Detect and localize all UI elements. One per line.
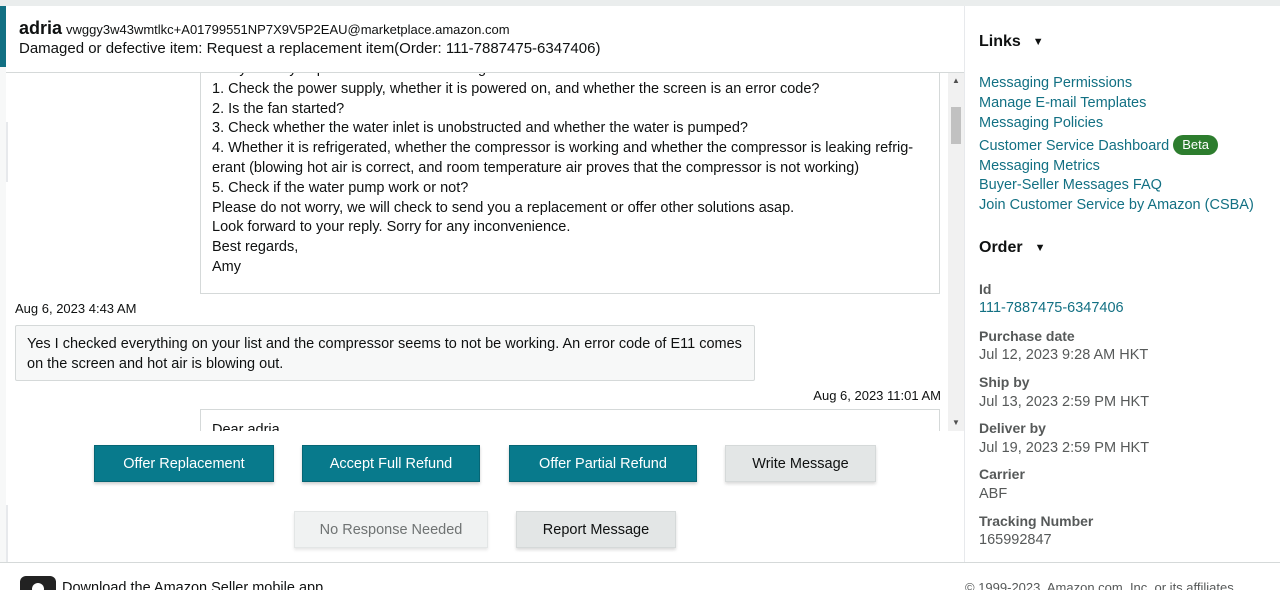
message-thread[interactable]: Sorry could you please check the followi… xyxy=(6,73,948,431)
no-response-needed-button[interactable]: No Response Needed xyxy=(294,511,488,548)
order-id-label: Id xyxy=(979,281,992,297)
deliver-by-label: Deliver by xyxy=(979,420,1046,436)
buyer-name-text: adria xyxy=(19,18,63,38)
buyer-email: vwggy3w43wmtlkc+A01799551NP7X9V5P2EAU@ma… xyxy=(66,22,510,37)
message-timestamp: Aug 6, 2023 4:43 AM xyxy=(15,301,137,316)
seller-message-body: Dear adria, xyxy=(212,422,284,431)
deliver-by-value: Jul 19, 2023 2:59 PM HKT xyxy=(979,440,1150,456)
tracking-number-value: 165992847 xyxy=(979,532,1052,548)
ship-by-value: Jul 13, 2023 2:59 PM HKT xyxy=(979,394,1150,410)
carrier-label: Carrier xyxy=(979,466,1025,482)
caret-down-icon[interactable]: ▼ xyxy=(1035,242,1046,254)
purchase-date-label: Purchase date xyxy=(979,328,1075,344)
order-id-link[interactable]: 111-7887475-6347406 xyxy=(979,300,1124,316)
conversation-header: adria vwggy3w43wmtlkc+A01799551NP7X9V5P2E… xyxy=(6,6,964,73)
messaging-page: adria vwggy3w43wmtlkc+A01799551NP7X9V5P2E… xyxy=(0,0,1280,590)
seller-message: Sorry could you please check the followi… xyxy=(200,73,940,294)
accept-full-refund-button[interactable]: Accept Full Refund xyxy=(302,445,480,482)
customer-service-dashboard-label[interactable]: Customer Service Dashboard xyxy=(979,138,1169,154)
links-heading[interactable]: Links ▼ xyxy=(979,33,1044,51)
sidebar-link-join-csba[interactable]: Join Customer Service by Amazon (CSBA) xyxy=(979,197,1254,213)
gutter-divider xyxy=(6,505,8,562)
sidebar-link-messaging-policies[interactable]: Messaging Policies xyxy=(979,115,1103,131)
footer: Download the Amazon Seller mobile app © … xyxy=(0,563,1280,590)
buyer-message-body: Yes I checked everything on your list an… xyxy=(27,336,742,372)
download-app-link[interactable]: Download the Amazon Seller mobile app xyxy=(62,580,323,590)
order-heading[interactable]: Order ▼ xyxy=(979,239,1045,257)
links-heading-label: Links xyxy=(979,33,1021,50)
offer-replacement-button[interactable]: Offer Replacement xyxy=(94,445,274,482)
seller-app-icon[interactable] xyxy=(20,576,56,590)
write-message-button[interactable]: Write Message xyxy=(725,445,876,482)
scroll-thumb[interactable] xyxy=(951,107,961,144)
ship-by-label: Ship by xyxy=(979,374,1030,390)
beta-badge: Beta xyxy=(1173,135,1218,155)
sidebar: Links ▼ Messaging Permissions Manage E-ma… xyxy=(965,6,1280,562)
seller-message: Dear adria, xyxy=(200,409,940,431)
message-timestamp: Aug 6, 2023 11:01 AM xyxy=(813,388,941,403)
tracking-number-label: Tracking Number xyxy=(979,513,1094,529)
thread-scrollbar[interactable]: ▲ ▼ xyxy=(948,73,964,431)
seller-message-body: Sorry could you please check the followi… xyxy=(212,73,914,275)
order-heading-label: Order xyxy=(979,239,1023,256)
conversation-subject: Damaged or defective item: Request a rep… xyxy=(19,40,601,57)
sidebar-link-messaging-metrics[interactable]: Messaging Metrics xyxy=(979,158,1100,174)
copyright-text: © 1999-2023, Amazon.com, Inc. or its aff… xyxy=(965,580,1234,590)
offer-partial-refund-button[interactable]: Offer Partial Refund xyxy=(509,445,697,482)
sidebar-link-messaging-permissions[interactable]: Messaging Permissions xyxy=(979,75,1132,91)
caret-down-icon[interactable]: ▼ xyxy=(1033,36,1044,48)
buyer-message: Yes I checked everything on your list an… xyxy=(15,325,755,381)
sidebar-link-customer-service-dashboard[interactable]: Customer Service Dashboard Beta xyxy=(979,135,1218,156)
report-message-button[interactable]: Report Message xyxy=(516,511,676,548)
scroll-up-icon[interactable]: ▲ xyxy=(948,75,964,87)
scroll-down-icon[interactable]: ▼ xyxy=(948,417,964,429)
buyer-name: adria vwggy3w43wmtlkc+A01799551NP7X9V5P2E… xyxy=(19,18,510,39)
sidebar-link-buyer-seller-faq[interactable]: Buyer-Seller Messages FAQ xyxy=(979,177,1162,193)
purchase-date-value: Jul 12, 2023 9:28 AM HKT xyxy=(979,347,1149,363)
carrier-value: ABF xyxy=(979,486,1008,502)
sidebar-link-manage-email-templates[interactable]: Manage E-mail Templates xyxy=(979,95,1146,111)
